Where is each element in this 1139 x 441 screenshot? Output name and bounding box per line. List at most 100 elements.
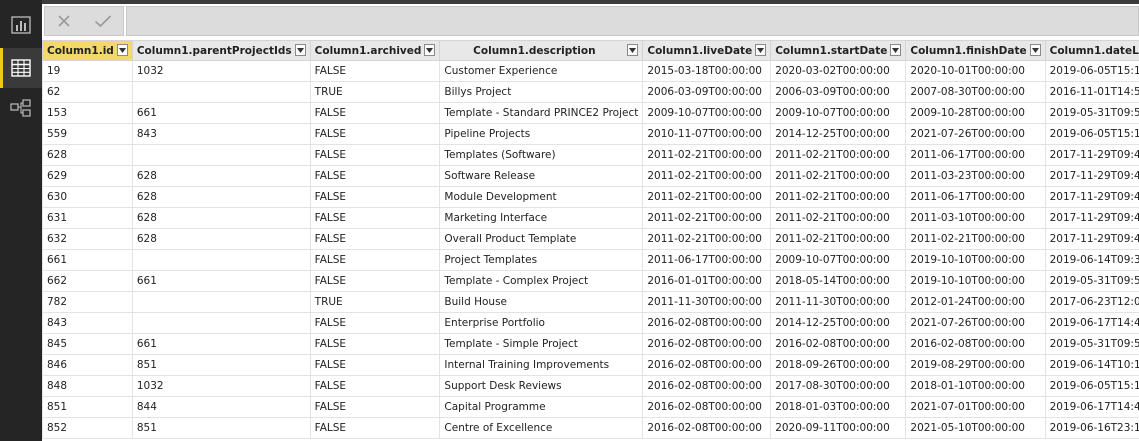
table-cell[interactable]: 845 xyxy=(42,333,133,355)
table-cell[interactable]: 2017-08-30T00:00:00 xyxy=(770,375,907,397)
table-cell[interactable]: 2011-02-21T00:00:00 xyxy=(770,186,907,208)
table-cell[interactable]: 843 xyxy=(42,312,133,334)
table-cell[interactable]: 19 xyxy=(42,60,133,82)
table-cell[interactable]: 2012-01-24T00:00:00 xyxy=(905,291,1046,313)
table-cell[interactable] xyxy=(131,312,311,334)
table-cell[interactable]: 2011-02-21T00:00:00 xyxy=(770,144,907,166)
table-cell[interactable]: 2021-07-26T00:00:00 xyxy=(905,312,1046,334)
column-header[interactable]: Column1.finishDate xyxy=(905,40,1046,61)
table-cell[interactable]: 2017-11-29T09:48:01 xyxy=(1044,144,1139,166)
table-cell[interactable]: 2011-06-17T00:00:00 xyxy=(905,186,1046,208)
formula-input[interactable] xyxy=(126,6,1139,36)
table-cell[interactable]: 2016-11-01T14:53:01 xyxy=(1044,81,1139,103)
table-cell[interactable]: 2019-08-29T00:00:00 xyxy=(905,354,1046,376)
table-cell[interactable]: Customer Experience xyxy=(439,60,644,82)
table-cell[interactable]: 2011-02-21T00:00:00 xyxy=(905,228,1046,250)
table-cell[interactable]: 2010-11-07T00:00:00 xyxy=(642,123,772,145)
table-cell[interactable]: Support Desk Reviews xyxy=(439,375,644,397)
table-cell[interactable]: 559 xyxy=(42,123,133,145)
table-cell[interactable]: 153 xyxy=(42,102,133,124)
table-cell[interactable]: FALSE xyxy=(309,102,441,124)
table-cell[interactable]: 2011-06-17T00:00:00 xyxy=(642,249,772,271)
table-cell[interactable]: 628 xyxy=(131,165,311,187)
table-cell[interactable]: 2019-06-14T10:12:44 xyxy=(1044,354,1139,376)
table-cell[interactable]: 2019-06-17T14:42:59 xyxy=(1044,396,1139,418)
model-view-button[interactable] xyxy=(0,88,42,128)
table-cell[interactable]: 2011-06-17T00:00:00 xyxy=(905,144,1046,166)
table-cell[interactable]: 631 xyxy=(42,207,133,229)
table-cell[interactable]: 2019-05-31T09:56:59 xyxy=(1044,102,1139,124)
table-cell[interactable]: FALSE xyxy=(309,186,441,208)
table-cell[interactable]: TRUE xyxy=(309,81,441,103)
table-cell[interactable]: 2020-10-01T00:00:00 xyxy=(905,60,1046,82)
table-cell[interactable]: 661 xyxy=(42,249,133,271)
report-view-button[interactable] xyxy=(0,5,42,45)
table-cell[interactable]: 2016-02-08T00:00:00 xyxy=(770,333,907,355)
table-cell[interactable]: 2009-10-07T00:00:00 xyxy=(770,249,907,271)
table-cell[interactable]: 782 xyxy=(42,291,133,313)
table-cell[interactable]: FALSE xyxy=(309,375,441,397)
table-cell[interactable]: Template - Complex Project xyxy=(439,270,644,292)
table-cell[interactable]: 2017-11-29T09:48:01 xyxy=(1044,186,1139,208)
table-cell[interactable]: 2011-03-23T00:00:00 xyxy=(905,165,1046,187)
table-cell[interactable]: Enterprise Portfolio xyxy=(439,312,644,334)
table-cell[interactable]: 628 xyxy=(131,186,311,208)
table-cell[interactable]: TRUE xyxy=(309,291,441,313)
table-cell[interactable]: 2018-01-10T00:00:00 xyxy=(905,375,1046,397)
table-cell[interactable]: FALSE xyxy=(309,207,441,229)
table-cell[interactable]: 846 xyxy=(42,354,133,376)
table-cell[interactable]: 2009-10-07T00:00:00 xyxy=(642,102,772,124)
table-cell[interactable]: 2011-02-21T00:00:00 xyxy=(642,144,772,166)
filter-dropdown-button[interactable] xyxy=(890,44,902,56)
table-cell[interactable]: 2016-02-08T00:00:00 xyxy=(642,333,772,355)
table-cell[interactable] xyxy=(131,291,311,313)
filter-dropdown-button[interactable] xyxy=(424,44,436,56)
table-cell[interactable]: 2021-07-26T00:00:00 xyxy=(905,123,1046,145)
table-cell[interactable]: 2011-11-30T00:00:00 xyxy=(770,291,907,313)
table-cell[interactable]: Pipeline Projects xyxy=(439,123,644,145)
data-view-button[interactable] xyxy=(0,48,42,88)
filter-dropdown-button[interactable] xyxy=(627,44,639,56)
column-header[interactable]: Column1.liveDate xyxy=(642,40,772,61)
column-header[interactable]: Column1.parentProjectIds xyxy=(131,40,311,61)
table-cell[interactable]: Capital Programme xyxy=(439,396,644,418)
table-cell[interactable]: 2011-02-21T00:00:00 xyxy=(642,186,772,208)
table-cell[interactable]: Templates (Software) xyxy=(439,144,644,166)
table-cell[interactable]: 2020-09-11T00:00:00 xyxy=(770,417,907,439)
column-header[interactable]: Column1.id xyxy=(42,40,133,61)
table-cell[interactable]: Overall Product Template xyxy=(439,228,644,250)
table-cell[interactable]: 2019-05-31T09:56:59 xyxy=(1044,270,1139,292)
table-cell[interactable]: 661 xyxy=(131,102,311,124)
table-cell[interactable]: 2011-03-10T00:00:00 xyxy=(905,207,1046,229)
table-cell[interactable]: FALSE xyxy=(309,228,441,250)
table-cell[interactable] xyxy=(131,81,311,103)
table-cell[interactable]: 1032 xyxy=(131,375,311,397)
table-cell[interactable]: FALSE xyxy=(309,144,441,166)
table-cell[interactable]: 2009-10-07T00:00:00 xyxy=(770,102,907,124)
filter-dropdown-button[interactable] xyxy=(294,44,306,56)
table-cell[interactable]: 2017-06-23T12:09:20 xyxy=(1044,291,1139,313)
table-cell[interactable]: 2011-11-30T00:00:00 xyxy=(642,291,772,313)
table-cell[interactable]: Marketing Interface xyxy=(439,207,644,229)
table-cell[interactable]: FALSE xyxy=(309,165,441,187)
table-cell[interactable]: 630 xyxy=(42,186,133,208)
table-cell[interactable]: 2015-03-18T00:00:00 xyxy=(642,60,772,82)
table-cell[interactable]: 851 xyxy=(42,396,133,418)
table-cell[interactable]: 848 xyxy=(42,375,133,397)
cancel-edit-button[interactable] xyxy=(57,14,71,28)
table-cell[interactable]: FALSE xyxy=(309,396,441,418)
table-cell[interactable]: Software Release xyxy=(439,165,644,187)
table-cell[interactable]: 2019-06-17T14:43:02 xyxy=(1044,312,1139,334)
table-cell[interactable]: Template - Standard PRINCE2 Project xyxy=(439,102,644,124)
table-cell[interactable]: 2019-05-31T09:56:59 xyxy=(1044,333,1139,355)
table-cell[interactable]: Build House xyxy=(439,291,644,313)
table-cell[interactable]: FALSE xyxy=(309,354,441,376)
table-cell[interactable]: FALSE xyxy=(309,270,441,292)
table-cell[interactable]: 2011-02-21T00:00:00 xyxy=(642,228,772,250)
filter-dropdown-button[interactable] xyxy=(116,44,128,56)
table-cell[interactable]: 628 xyxy=(131,207,311,229)
table-cell[interactable]: Module Development xyxy=(439,186,644,208)
table-cell[interactable]: 844 xyxy=(131,396,311,418)
table-cell[interactable]: 2018-09-26T00:00:00 xyxy=(770,354,907,376)
table-cell[interactable]: FALSE xyxy=(309,417,441,439)
